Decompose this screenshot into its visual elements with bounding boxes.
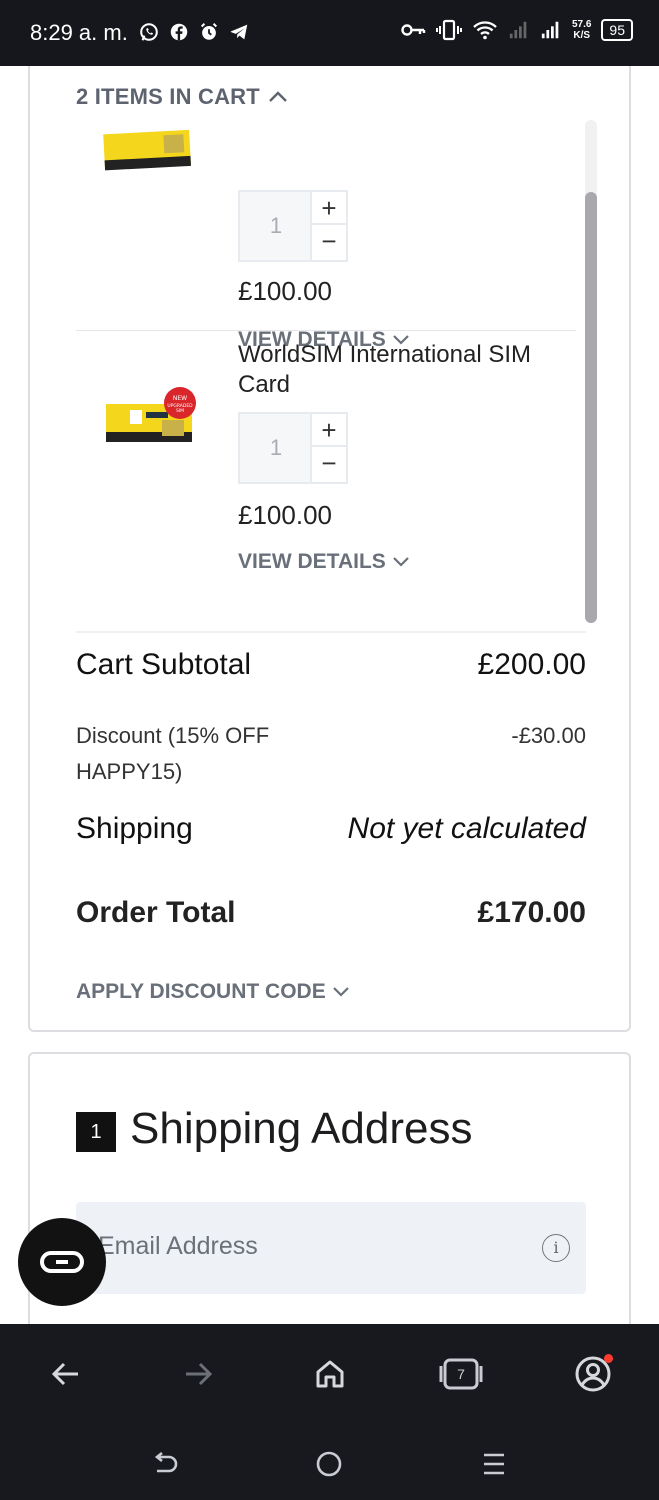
- chevron-down-icon: [332, 987, 349, 997]
- arrow-right-icon: [186, 1362, 213, 1386]
- system-navigation-bar: [0, 1424, 659, 1500]
- wifi-icon: [473, 21, 497, 40]
- system-recents-button[interactable]: [476, 1446, 512, 1482]
- order-total-value: £170.00: [477, 896, 586, 929]
- system-back-button[interactable]: [147, 1446, 183, 1482]
- view-details-toggle[interactable]: VIEW DETAILS: [238, 550, 410, 574]
- quantity-buttons: + −: [310, 192, 346, 260]
- subtotal-label: Cart Subtotal: [76, 648, 252, 681]
- increase-quantity-button[interactable]: +: [312, 192, 346, 225]
- item-price: £100.00: [238, 276, 332, 306]
- cart-scrollbar-thumb[interactable]: [585, 192, 597, 623]
- shipping-label: Shipping: [76, 812, 193, 845]
- cart-item: 1 + − £100.00 VIEW DETAILS: [76, 120, 576, 351]
- svg-text:SIM: SIM: [176, 408, 184, 414]
- apply-discount-code-toggle[interactable]: APPLY DISCOUNT CODE: [76, 980, 350, 1004]
- cart-summary-card: 2 ITEMS IN CART 1 + − £100.00 VIEW DETAI…: [28, 66, 631, 1032]
- item-divider: [76, 330, 576, 331]
- cart-scrollbar[interactable]: [585, 120, 597, 623]
- info-icon[interactable]: i: [542, 1234, 570, 1262]
- svg-text:NEW: NEW: [173, 395, 187, 402]
- tabs-button[interactable]: 7: [439, 1352, 483, 1396]
- subtotal-value: £200.00: [477, 648, 586, 681]
- quantity-value[interactable]: 1: [240, 414, 312, 482]
- back-button[interactable]: [44, 1352, 88, 1396]
- system-icons: 57.6 K/S 95: [400, 18, 633, 42]
- shipping-value: Not yet calculated: [347, 812, 586, 845]
- decrease-quantity-button[interactable]: −: [312, 447, 346, 480]
- step-number-badge: 1: [76, 1112, 116, 1152]
- discount-label: Discount (15% OFF HAPPY15): [76, 723, 270, 784]
- quantity-stepper: 1 + −: [238, 412, 348, 484]
- decrease-quantity-button[interactable]: −: [312, 225, 346, 258]
- quantity-buttons: + −: [310, 414, 346, 482]
- status-time: 8:29 a. m.: [30, 20, 128, 45]
- network-speed-value: 57.6: [571, 19, 592, 30]
- cart-count-label: 2 ITEMS IN CART: [76, 84, 260, 109]
- discount-value: -£30.00: [511, 723, 586, 748]
- shipping-address-card: 1 Shipping Address Email Address i: [28, 1052, 631, 1324]
- email-field[interactable]: Email Address i: [76, 1202, 586, 1294]
- item-name: WorldSIM International SIM Card: [238, 341, 532, 398]
- cart-item: NEW UPGRADED SIM WorldSIM International …: [76, 340, 576, 632]
- chevron-down-icon: [393, 557, 409, 567]
- notification-dot: [604, 1354, 613, 1363]
- facebook-icon: [170, 23, 188, 41]
- battery-indicator: 95: [601, 19, 633, 41]
- system-home-button[interactable]: [311, 1446, 347, 1482]
- vibrate-icon: [435, 19, 462, 41]
- forward-button[interactable]: [176, 1352, 220, 1396]
- notification-icons: [138, 20, 250, 44]
- back-gesture-icon: [154, 1451, 178, 1473]
- quantity-value[interactable]: 1: [240, 192, 312, 260]
- signal-strong-icon: [541, 21, 559, 39]
- network-speed-unit: K/S: [573, 30, 591, 41]
- page-content: 2 ITEMS IN CART 1 + − £100.00 VIEW DETAI…: [0, 66, 659, 1324]
- cart-toggle[interactable]: 2 ITEMS IN CART: [76, 84, 288, 110]
- battery-level: 95: [609, 22, 625, 38]
- whatsapp-icon: [140, 23, 158, 41]
- sim-card-image: [103, 129, 191, 171]
- home-button[interactable]: [308, 1352, 352, 1396]
- section-title: Shipping Address: [130, 1104, 473, 1153]
- status-bar: 8:29 a. m. 57.6 K/S 95: [0, 0, 659, 66]
- infinity-loop-icon: [40, 1251, 84, 1273]
- sim-card-image: NEW UPGRADED SIM: [106, 387, 196, 442]
- menu-lines-icon: [484, 1453, 504, 1475]
- network-speed: 57.6 K/S: [572, 19, 591, 41]
- profile-button[interactable]: [571, 1352, 615, 1396]
- arrow-left-icon: [51, 1362, 78, 1386]
- order-total-label: Order Total: [76, 896, 236, 929]
- view-details-label: VIEW DETAILS: [238, 550, 386, 573]
- item-price: £100.00: [238, 500, 332, 530]
- apply-discount-code-label: APPLY DISCOUNT CODE: [76, 980, 326, 1003]
- chevron-up-icon: [269, 91, 287, 102]
- home-icon: [316, 1360, 344, 1388]
- circle-home-icon: [316, 1451, 342, 1477]
- signal-weak-icon: [509, 21, 527, 39]
- telegram-icon: [230, 24, 248, 40]
- email-placeholder: Email Address: [98, 1232, 258, 1260]
- browser-toolbar: 7: [0, 1324, 659, 1424]
- increase-quantity-button[interactable]: +: [312, 414, 346, 447]
- alarm-icon: [200, 23, 218, 40]
- vpn-key-icon: [401, 24, 426, 36]
- floating-chat-button[interactable]: [18, 1218, 106, 1306]
- totals-divider: [76, 631, 586, 633]
- quantity-stepper: 1 + −: [238, 190, 348, 262]
- tabs-count: 7: [457, 1366, 465, 1382]
- cart-items-list[interactable]: 1 + − £100.00 VIEW DETAILS NEW UPGRADED …: [76, 120, 576, 632]
